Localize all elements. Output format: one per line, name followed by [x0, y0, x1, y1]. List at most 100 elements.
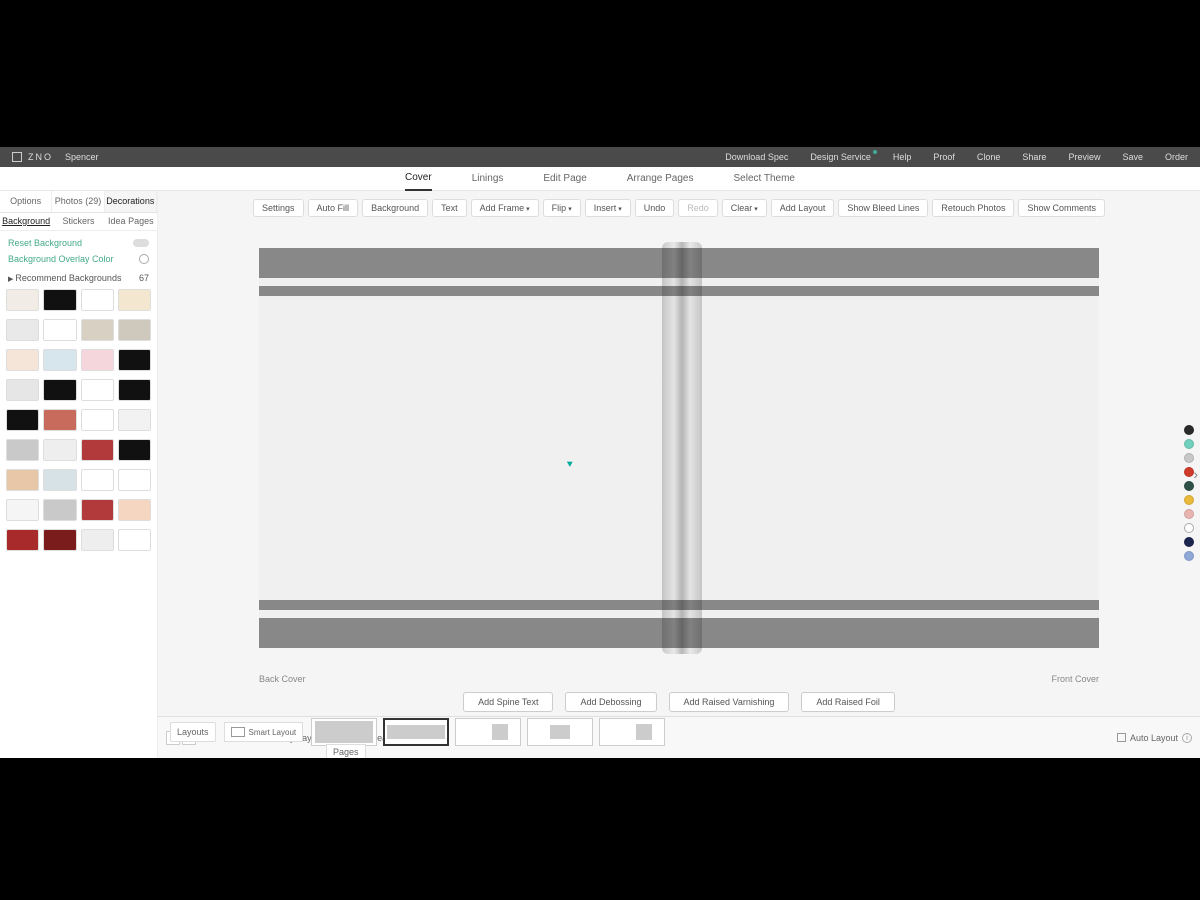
- color-swatch[interactable]: [1184, 495, 1194, 505]
- background-thumbnail[interactable]: [81, 529, 114, 551]
- smart-layout-button[interactable]: Smart Layout: [224, 722, 304, 742]
- background-thumbnail[interactable]: [118, 439, 151, 461]
- tab-edit-page[interactable]: Edit Page: [543, 167, 586, 190]
- tool-undo[interactable]: Undo: [635, 199, 675, 217]
- background-thumbnail[interactable]: [81, 499, 114, 521]
- background-thumbnail[interactable]: [81, 289, 114, 311]
- background-thumbnail[interactable]: [43, 319, 76, 341]
- caret-icon: [566, 203, 572, 213]
- pages-tab[interactable]: Pages: [326, 744, 366, 758]
- auto-layout-checkbox[interactable]: [1117, 733, 1126, 742]
- background-thumbnail[interactable]: [6, 379, 39, 401]
- background-thumbnail[interactable]: [6, 529, 39, 551]
- color-swatch[interactable]: [1184, 453, 1194, 463]
- background-thumbnail[interactable]: [118, 289, 151, 311]
- back-cover-label: Back Cover: [259, 674, 306, 684]
- background-thumbnail[interactable]: [43, 409, 76, 431]
- background-overlay-color[interactable]: Background Overlay Color: [8, 251, 149, 267]
- background-thumbnail[interactable]: [43, 439, 76, 461]
- tool-insert[interactable]: Insert: [585, 199, 631, 217]
- background-thumbnail[interactable]: [118, 319, 151, 341]
- background-thumbnail[interactable]: [6, 439, 39, 461]
- background-thumbnail[interactable]: [6, 289, 39, 311]
- background-thumbnail[interactable]: [118, 349, 151, 371]
- nav-clone[interactable]: Clone: [977, 152, 1001, 162]
- sidebar-tab-options[interactable]: Options: [0, 191, 52, 212]
- background-thumbnail[interactable]: [43, 499, 76, 521]
- book-spread[interactable]: [259, 248, 1099, 648]
- tool-comments[interactable]: Show Comments: [1018, 199, 1105, 217]
- tool-text[interactable]: Text: [432, 199, 467, 217]
- recommend-header[interactable]: Recommend Backgrounds 67: [0, 271, 157, 285]
- background-thumbnail[interactable]: [118, 469, 151, 491]
- subtab-idea-pages[interactable]: Idea Pages: [105, 213, 157, 230]
- background-thumbnail[interactable]: [43, 379, 76, 401]
- add-raised-foil-button[interactable]: Add Raised Foil: [801, 692, 895, 712]
- subtab-background[interactable]: Background: [0, 213, 52, 230]
- nav-proof[interactable]: Proof: [933, 152, 955, 162]
- background-thumbnail[interactable]: [81, 409, 114, 431]
- color-swatch[interactable]: [1184, 481, 1194, 491]
- background-thumbnail[interactable]: [118, 409, 151, 431]
- nav-preview[interactable]: Preview: [1068, 152, 1100, 162]
- reset-background[interactable]: Reset Background: [8, 235, 149, 251]
- tool-flip[interactable]: Flip: [543, 199, 581, 217]
- tool-clear[interactable]: Clear: [722, 199, 767, 217]
- background-thumbnail[interactable]: [6, 409, 39, 431]
- background-thumbnail[interactable]: [43, 529, 76, 551]
- tool-retouch[interactable]: Retouch Photos: [932, 199, 1014, 217]
- subtab-stickers[interactable]: Stickers: [52, 213, 104, 230]
- color-swatch[interactable]: [1184, 523, 1194, 533]
- tool-settings[interactable]: Settings: [253, 199, 304, 217]
- background-thumbnail[interactable]: [81, 319, 114, 341]
- background-thumbnail[interactable]: [43, 349, 76, 371]
- layout-thumb-3[interactable]: [455, 718, 521, 746]
- nav-save[interactable]: Save: [1122, 152, 1143, 162]
- add-debossing-button[interactable]: Add Debossing: [565, 692, 656, 712]
- tab-cover[interactable]: Cover: [405, 166, 432, 191]
- background-thumbnail[interactable]: [81, 379, 114, 401]
- background-thumbnail[interactable]: [118, 499, 151, 521]
- add-raised-varnishing-button[interactable]: Add Raised Varnishing: [669, 692, 790, 712]
- sidebar-tab-decorations[interactable]: Decorations: [105, 191, 157, 212]
- color-swatch[interactable]: [1184, 425, 1194, 435]
- info-icon[interactable]: i: [1182, 733, 1192, 743]
- sidebar-tab-photos[interactable]: Photos (29): [52, 191, 104, 212]
- background-thumbnail[interactable]: [6, 349, 39, 371]
- nav-download-spec[interactable]: Download Spec: [725, 152, 788, 162]
- background-thumbnail[interactable]: [6, 319, 39, 341]
- background-thumbnail[interactable]: [6, 499, 39, 521]
- next-page-arrow-icon[interactable]: ›: [1193, 466, 1198, 482]
- background-thumbnail[interactable]: [81, 469, 114, 491]
- tool-bleed-lines[interactable]: Show Bleed Lines: [838, 199, 928, 217]
- color-swatch[interactable]: [1184, 439, 1194, 449]
- background-thumbnail[interactable]: [81, 439, 114, 461]
- background-thumbnail[interactable]: [6, 469, 39, 491]
- background-thumbnail[interactable]: [43, 289, 76, 311]
- tool-autofill[interactable]: Auto Fill: [308, 199, 359, 217]
- layout-thumb-5[interactable]: [599, 718, 665, 746]
- background-thumbnail[interactable]: [81, 349, 114, 371]
- add-spine-text-button[interactable]: Add Spine Text: [463, 692, 553, 712]
- tab-linings[interactable]: Linings: [472, 167, 504, 190]
- color-swatch[interactable]: [1184, 551, 1194, 561]
- color-swatch[interactable]: [1184, 509, 1194, 519]
- nav-share[interactable]: Share: [1022, 152, 1046, 162]
- tool-background[interactable]: Background: [362, 199, 428, 217]
- tab-select-theme[interactable]: Select Theme: [733, 167, 795, 190]
- background-thumbnail[interactable]: [43, 469, 76, 491]
- nav-design-service[interactable]: Design Service: [810, 152, 871, 162]
- layout-thumb-2[interactable]: [383, 718, 449, 746]
- background-thumbnail[interactable]: [118, 529, 151, 551]
- layout-thumb-1[interactable]: [311, 718, 377, 746]
- color-swatch[interactable]: [1184, 537, 1194, 547]
- tool-add-layout[interactable]: Add Layout: [771, 199, 835, 217]
- nav-help[interactable]: Help: [893, 152, 912, 162]
- background-thumbnail[interactable]: [118, 379, 151, 401]
- tab-arrange-pages[interactable]: Arrange Pages: [627, 167, 694, 190]
- tool-add-frame[interactable]: Add Frame: [471, 199, 539, 217]
- tool-redo[interactable]: Redo: [678, 199, 718, 217]
- layout-thumb-4[interactable]: [527, 718, 593, 746]
- layouts-tab[interactable]: Layouts: [170, 722, 216, 742]
- nav-order[interactable]: Order: [1165, 152, 1188, 162]
